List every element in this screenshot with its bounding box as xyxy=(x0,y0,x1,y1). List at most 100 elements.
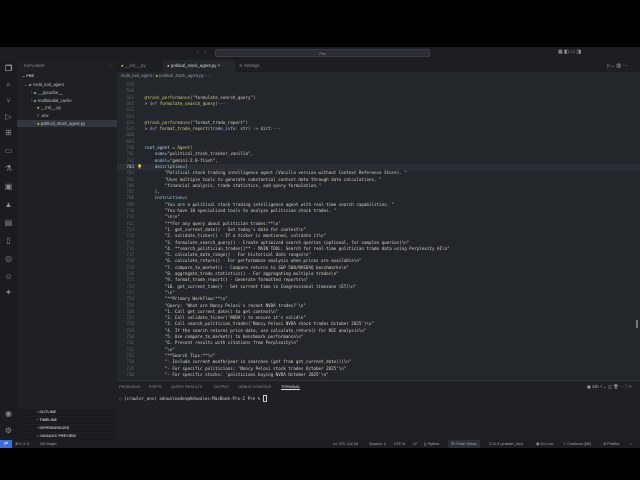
editor-tabs: ● __init__.py ● political_stock_agent.py… xyxy=(117,60,640,72)
file-tree-item[interactable]: › ▰ multimodal_cache xyxy=(17,97,117,104)
code-token: @track_performance xyxy=(144,119,190,125)
breadcrumb-folder[interactable]: multi_tool_agent xyxy=(121,73,152,78)
encoding[interactable]: UTF-8 xyxy=(394,440,405,448)
more-actions-icon[interactable]: ··· xyxy=(107,63,111,68)
prettier-status[interactable]: ⊘ Prettier xyxy=(603,440,619,448)
javadoc-preview-section[interactable]: › JAVADOC PREVIEW xyxy=(17,433,117,440)
panel-tab-debug-console[interactable]: DEBUG CONSOLE xyxy=(238,385,271,389)
code-token: name xyxy=(154,151,165,157)
panel-tab-problems[interactable]: PROBLEMS xyxy=(119,385,140,389)
tab-settings[interactable]: ⚟ Settings xyxy=(235,60,275,72)
panel-tab-query-results[interactable]: QUERY RESULTS xyxy=(171,385,203,389)
language-mode[interactable]: {} Python xyxy=(424,440,439,448)
run-python-icon[interactable]: ▷⌄ ▥ ··· xyxy=(607,63,628,69)
line-ending[interactable]: LF xyxy=(413,440,417,448)
code-token: "\n\n" xyxy=(164,214,180,220)
python-interpreter[interactable]: 3.11.9 (crawler_env) xyxy=(489,440,523,448)
indentation[interactable]: Spaces: 4 xyxy=(369,440,386,448)
git-graph-button[interactable]: Git Graph xyxy=(40,440,56,448)
continue-status[interactable]: ✓ Continue (NE) xyxy=(563,440,591,448)
gutter-space xyxy=(137,132,145,137)
workspace-root[interactable]: ⌄ PRE xyxy=(17,73,117,80)
file-tree-item[interactable]: ● political_stock_agent.py xyxy=(17,120,117,127)
file-tree-item[interactable]: ● __init__.py xyxy=(17,104,117,111)
explorer-icon[interactable]: ❐ xyxy=(4,64,13,73)
gutter-space xyxy=(137,359,145,364)
notifications-bell-icon[interactable]: ♪ xyxy=(630,440,632,448)
finish-setup-button[interactable]: ⚙ Finish Setup xyxy=(448,440,480,448)
workspace-root-label: PRE xyxy=(26,74,35,78)
code-token: model xyxy=(154,157,168,163)
code-token: "4. If the search returns price data, us… xyxy=(164,327,367,333)
folder-icon: › ▰ xyxy=(31,97,38,103)
code-editor[interactable]: 559 560 561 @track_performance("formulat… xyxy=(117,81,640,380)
outline-section[interactable]: › OUTLINE xyxy=(17,409,117,416)
timeline-section[interactable]: › TIMELINE xyxy=(17,417,117,424)
terminal-output[interactable]: ○ (crawler_env) adnwaleaden@Adnwales-Mac… xyxy=(119,395,268,402)
file-tree-item[interactable]: ≡ .env xyxy=(17,112,117,119)
go-live-button[interactable]: ◉ Go Live xyxy=(536,440,553,448)
code-token: "- For specific politicians: 'Nancy Pelo… xyxy=(164,365,347,371)
database-icon[interactable]: ▤ xyxy=(4,218,13,227)
panel-tab-terminal[interactable]: TERMINAL xyxy=(281,385,301,390)
code-token: "2. validate_ticker() - If a ticker is m… xyxy=(164,233,327,239)
section-label: DEPENDENCIES xyxy=(39,426,70,430)
gutter-space xyxy=(137,114,145,119)
code-token: "- Include current month/year in searche… xyxy=(164,359,352,365)
editor-scrollbar[interactable] xyxy=(636,320,638,328)
nav-arrows[interactable]: ← → xyxy=(196,49,207,55)
terminal-actions[interactable]: ▣ zsh + ⌄ ◫ 🗑 ··· ⛶ × xyxy=(587,384,632,390)
remote-explorer-icon[interactable]: ▭ xyxy=(4,146,13,155)
section-label: OUTLINE xyxy=(39,410,56,414)
tab-init-py[interactable]: ● __init__.py xyxy=(117,60,163,72)
deploy-icon[interactable]: ▲ xyxy=(4,200,13,209)
remote-indicator[interactable]: ⇌ xyxy=(0,440,12,448)
gutter-space xyxy=(137,183,145,188)
panel-tab-ports[interactable]: PORTS xyxy=(149,385,162,389)
copilot-icon[interactable]: ◎ xyxy=(4,254,13,263)
search-icon[interactable]: ⌕ xyxy=(4,80,13,89)
lightbulb-icon[interactable]: 💡 xyxy=(137,164,145,169)
code-token: instruction xyxy=(154,195,183,201)
gutter-space xyxy=(137,258,145,263)
panel-tab-output[interactable]: OUTPUT xyxy=(214,385,230,389)
file-tree-item[interactable]: ⌄ ▰ multi_tool_agent xyxy=(17,81,117,88)
docker-icon[interactable]: ▣ xyxy=(4,182,13,191)
activity-bar: ❐ ⌕ ⑂ ▷ ⊞ ▭ ⚗ ▣ ▲ ▤ ▯ ◎ ☺ ✦ ◉ ⚙ xyxy=(0,60,17,440)
problems-count[interactable]: ⊗ 0 ⚠ 0 xyxy=(15,440,29,448)
testing-icon[interactable]: ⚗ xyxy=(4,164,13,173)
file-tree-item[interactable]: › ▰ __pycache__ xyxy=(17,89,117,96)
explorer-title: EXPLORER xyxy=(24,64,45,68)
breadcrumb-symbol[interactable]: ... xyxy=(207,73,211,78)
close-tab-icon[interactable]: × xyxy=(218,63,221,68)
code-token: "6. calculate_return() - For performance… xyxy=(164,258,362,264)
cursor-position[interactable]: Ln 703, Col 18 xyxy=(333,440,358,448)
gutter-space xyxy=(137,227,145,232)
breadcrumb-file[interactable]: political_stock_agent.py xyxy=(159,73,203,78)
gutter-space xyxy=(137,252,145,257)
code-token: "6. Present results with citations from … xyxy=(164,340,299,346)
gutter-space xyxy=(137,208,145,213)
robot-icon[interactable]: ☺ xyxy=(4,272,13,281)
python-icon[interactable]: ✦ xyxy=(4,288,13,297)
gutter-space xyxy=(137,214,145,219)
tab-political-stock-agent[interactable]: ● political_stock_agent.py × xyxy=(163,60,235,72)
command-center-search[interactable]: Pre xyxy=(215,49,430,57)
gutter-space xyxy=(137,284,145,289)
gutter-space xyxy=(137,195,145,200)
run-debug-icon[interactable]: ▷ xyxy=(4,112,13,121)
layout-toggles-icon[interactable]: ▦ ◧ ▭ ◨ xyxy=(558,49,581,55)
account-icon[interactable]: ◉ xyxy=(4,409,13,418)
extensions-icon[interactable]: ⊞ xyxy=(4,128,13,137)
dependencies-section[interactable]: › DEPENDENCIES xyxy=(17,425,117,432)
source-control-icon[interactable]: ⑂ xyxy=(4,96,13,105)
notebook-icon[interactable]: ▯ xyxy=(4,236,13,245)
gear-icon[interactable]: ⚙ xyxy=(4,426,13,435)
code-token: trade_info xyxy=(210,126,236,132)
tab-label: Settings xyxy=(244,63,260,68)
